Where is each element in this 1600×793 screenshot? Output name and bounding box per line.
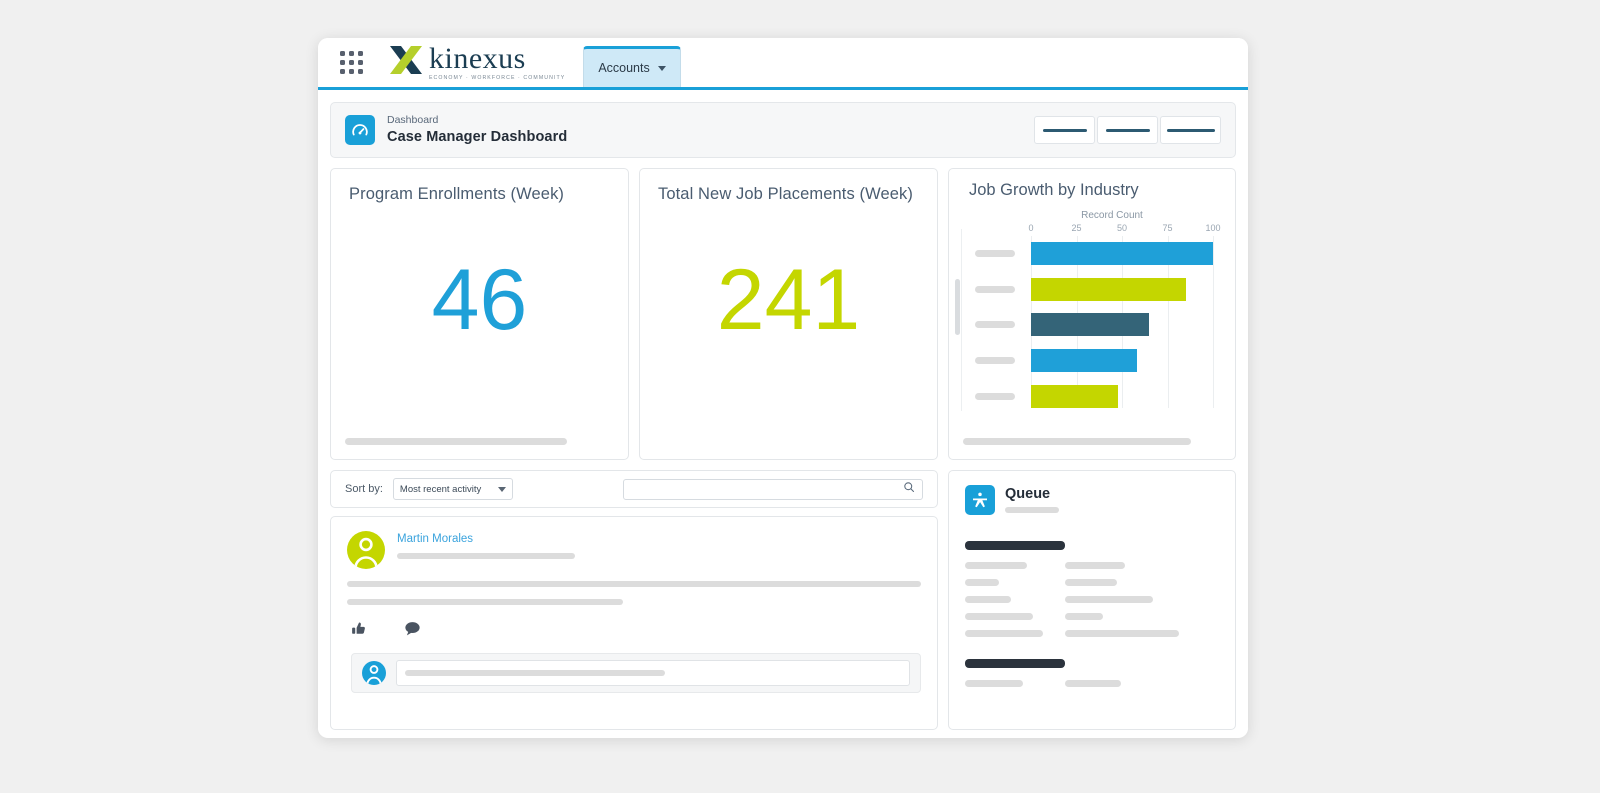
tab-accounts[interactable]: Accounts bbox=[583, 46, 681, 87]
feed-column: Sort by: Most recent activity Martin Mor… bbox=[330, 470, 938, 730]
kpi-value: 46 bbox=[431, 252, 528, 348]
chevron-down-icon bbox=[497, 486, 506, 492]
chart-bar[interactable] bbox=[1031, 277, 1186, 301]
chart-bar[interactable] bbox=[1031, 384, 1119, 408]
post-actions bbox=[347, 621, 921, 641]
kinexus-mark-icon bbox=[389, 44, 423, 81]
post-author-link[interactable]: Martin Morales bbox=[397, 533, 575, 545]
top-navigation-bar: kinexus ECONOMY · WORKFORCE · COMMUNITY … bbox=[318, 38, 1248, 90]
dashboard-header: Dashboard Case Manager Dashboard bbox=[330, 102, 1236, 158]
queue-list-2 bbox=[965, 680, 1219, 687]
chart-bar-row bbox=[975, 242, 1221, 266]
chart-y-axis-line bbox=[961, 229, 962, 411]
kinexus-logo[interactable]: kinexus ECONOMY · WORKFORCE · COMMUNITY bbox=[389, 44, 565, 81]
breadcrumb: Dashboard bbox=[387, 114, 439, 127]
chart-title: Job Growth by Industry bbox=[969, 181, 1139, 199]
header-action-button-3[interactable] bbox=[1160, 116, 1221, 144]
chart-x-tick-label: 50 bbox=[1116, 223, 1128, 233]
chart-bar-row bbox=[975, 277, 1221, 301]
dashboard-row-feed: Sort by: Most recent activity Martin Mor… bbox=[330, 470, 1236, 730]
chart-axis-title: Record Count bbox=[1081, 210, 1143, 221]
chart-x-tick-label: 100 bbox=[1205, 223, 1221, 233]
comment-input[interactable] bbox=[396, 660, 910, 686]
kpi-title: Total New Job Placements (Week) bbox=[658, 185, 913, 203]
chart-bars-plot bbox=[975, 236, 1221, 414]
chevron-down-icon bbox=[657, 65, 666, 71]
list-item[interactable] bbox=[965, 630, 1219, 637]
gauge-icon bbox=[345, 115, 375, 145]
chart-category-label bbox=[975, 285, 1015, 293]
queue-section-heading-2 bbox=[965, 659, 1065, 668]
list-item[interactable] bbox=[965, 680, 1219, 687]
chart-x-tick-label: 75 bbox=[1162, 223, 1173, 233]
feed-search-field[interactable] bbox=[623, 478, 923, 500]
kpi-card-program-enrollments[interactable]: Program Enrollments (Week) 46 bbox=[330, 168, 629, 460]
kpi-card-job-placements[interactable]: Total New Job Placements (Week) 241 bbox=[639, 168, 938, 460]
avatar[interactable] bbox=[362, 661, 386, 685]
chart-bar[interactable] bbox=[1031, 313, 1150, 337]
chart-x-tick-label: 25 bbox=[1071, 223, 1082, 233]
kpi-footer-placeholder bbox=[345, 438, 567, 445]
sort-by-label: Sort by: bbox=[345, 483, 383, 495]
chart-bar[interactable] bbox=[1031, 242, 1213, 266]
chart-footer-placeholder bbox=[963, 438, 1191, 445]
list-item[interactable] bbox=[965, 613, 1219, 620]
post-body-line-1 bbox=[347, 581, 921, 587]
comment-composer bbox=[351, 653, 921, 693]
feed-toolbar: Sort by: Most recent activity bbox=[330, 470, 938, 508]
header-action-button-2[interactable] bbox=[1097, 116, 1158, 144]
queue-title: Queue bbox=[1005, 485, 1051, 502]
chart-bar-row bbox=[975, 384, 1221, 408]
post-meta-placeholder bbox=[397, 553, 575, 559]
thumbs-up-icon[interactable] bbox=[351, 621, 366, 641]
chart-category-label bbox=[975, 392, 1015, 400]
chart-scrollbar[interactable] bbox=[955, 279, 960, 335]
page-title: Case Manager Dashboard bbox=[387, 128, 568, 145]
dashboard-row-metrics: Program Enrollments (Week) 46 Total New … bbox=[330, 168, 1236, 460]
queue-section-heading-1 bbox=[965, 541, 1065, 550]
chart-bar[interactable] bbox=[1031, 349, 1137, 373]
queue-header: Queue bbox=[965, 485, 1219, 515]
tab-accounts-label: Accounts bbox=[598, 61, 650, 75]
header-action-button-1[interactable] bbox=[1034, 116, 1095, 144]
dashboard-page: Dashboard Case Manager Dashboard Program… bbox=[318, 90, 1248, 735]
post-body-line-2 bbox=[347, 599, 623, 605]
app-grid-icon[interactable] bbox=[340, 51, 363, 74]
kpi-value: 241 bbox=[716, 252, 861, 348]
post-header: Martin Morales bbox=[347, 531, 921, 569]
app-window: kinexus ECONOMY · WORKFORCE · COMMUNITY … bbox=[318, 38, 1248, 738]
sort-by-select[interactable]: Most recent activity bbox=[392, 478, 513, 500]
list-item[interactable] bbox=[965, 579, 1219, 586]
sort-by-value: Most recent activity bbox=[399, 483, 482, 495]
search-input[interactable] bbox=[631, 482, 903, 496]
search-icon[interactable] bbox=[903, 480, 915, 498]
chart-card-job-growth[interactable]: Job Growth by Industry Record Count 0 25 5… bbox=[948, 168, 1236, 460]
chart-category-label bbox=[975, 357, 1015, 365]
kpi-title: Program Enrollments (Week) bbox=[349, 185, 565, 203]
chart-bar-row bbox=[975, 349, 1221, 373]
chart-bar-row bbox=[975, 313, 1221, 337]
person-star-icon bbox=[965, 485, 995, 515]
brand-name: kinexus bbox=[429, 42, 526, 76]
brand-tagline: ECONOMY · WORKFORCE · COMMUNITY bbox=[429, 75, 566, 81]
chart-x-tick-labels: 0 25 50 75 100 bbox=[1028, 223, 1221, 236]
queue-list bbox=[965, 562, 1219, 637]
feed-post: Martin Morales bbox=[330, 516, 938, 730]
comment-icon[interactable] bbox=[404, 621, 421, 641]
list-item[interactable] bbox=[965, 562, 1219, 569]
queue-subtitle-placeholder bbox=[1005, 507, 1059, 514]
avatar[interactable] bbox=[347, 531, 385, 569]
dashboard-action-buttons bbox=[1034, 116, 1221, 144]
chart-category-label bbox=[975, 321, 1015, 329]
chart-x-tick-label: 0 bbox=[1028, 223, 1034, 233]
list-item[interactable] bbox=[965, 596, 1219, 603]
queue-panel: Queue bbox=[948, 470, 1236, 730]
chart-category-label bbox=[975, 250, 1015, 258]
chart-plot-area: 0 25 50 75 100 bbox=[955, 223, 1221, 419]
